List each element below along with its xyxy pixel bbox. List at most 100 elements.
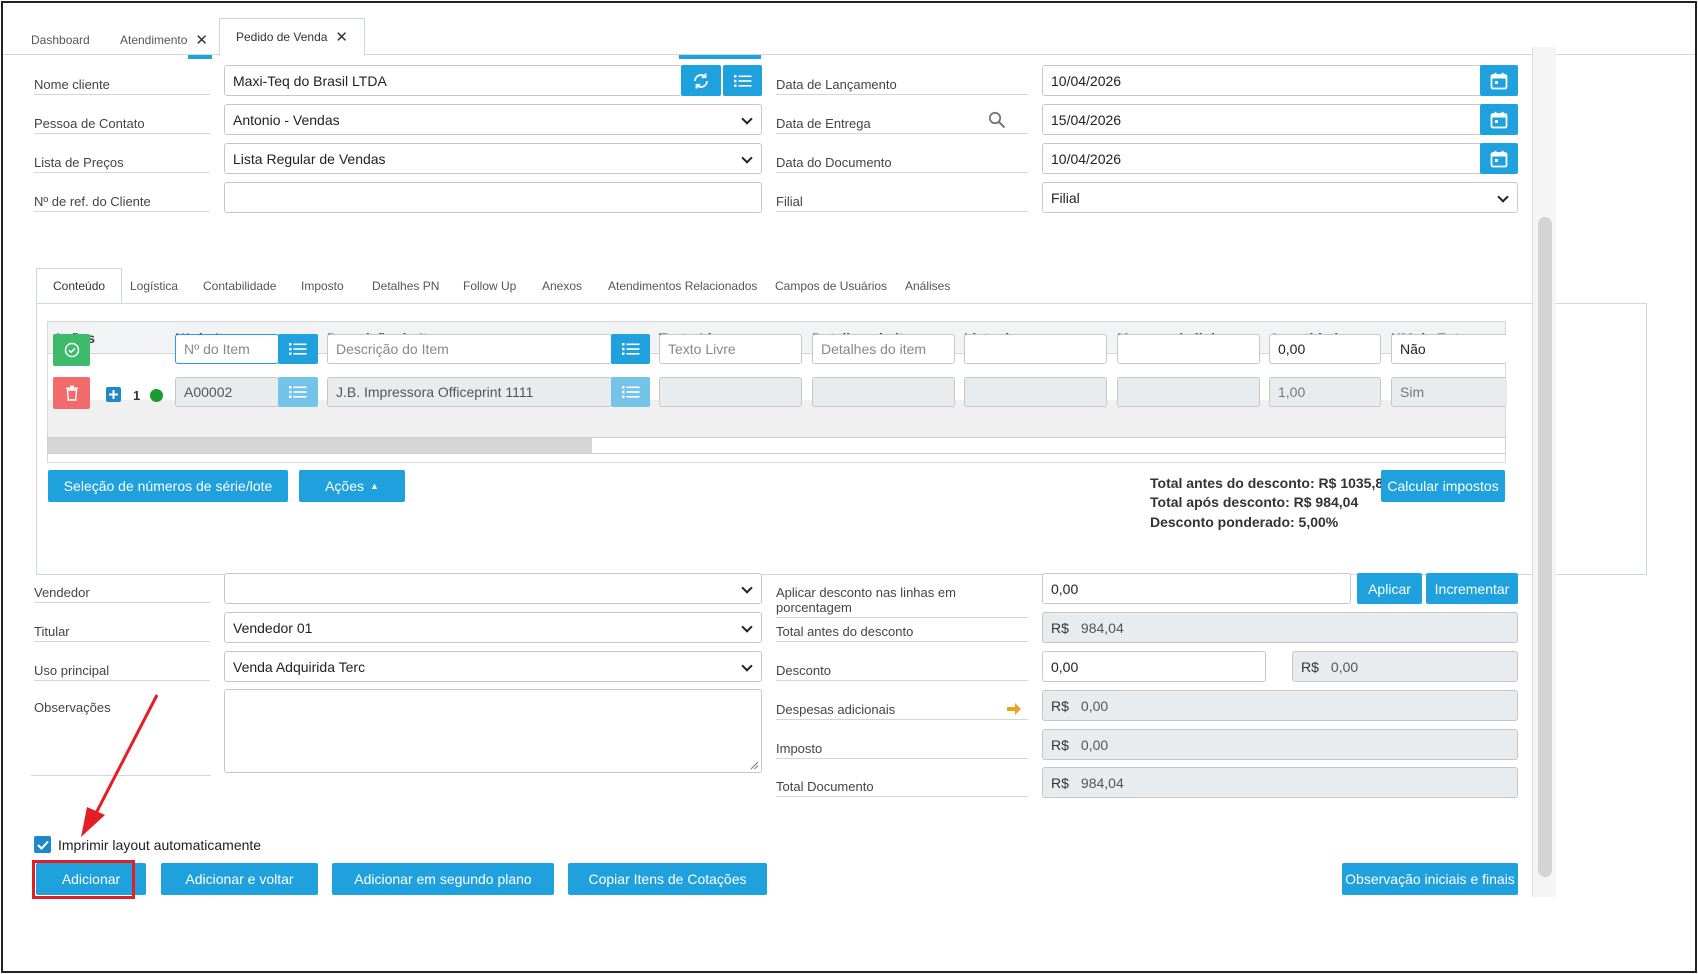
total-antes-label: Total antes do desconto — [776, 624, 1028, 642]
description-input[interactable]: Descrição do Item — [327, 334, 612, 364]
nome-cliente-input[interactable]: Maxi-Teq do Brasil LTDA — [224, 65, 682, 96]
texto-livre-field[interactable] — [659, 377, 802, 407]
observacao-button[interactable]: Observação iniciais e finais — [1342, 863, 1518, 895]
aplicar-button[interactable]: Aplicar — [1357, 573, 1422, 604]
resize-handle-icon[interactable] — [750, 761, 759, 770]
detalhes-input[interactable]: Detalhes do item — [812, 334, 955, 364]
desconto-input[interactable]: 0,00 — [1042, 651, 1266, 682]
calendar-button[interactable] — [1480, 143, 1518, 174]
quantidade-value: 0,00 — [1278, 341, 1306, 357]
expand-icon[interactable] — [106, 387, 121, 402]
trash-icon — [65, 385, 78, 401]
tab-campos-usuarios[interactable]: Campos de Usuários — [775, 268, 887, 304]
tab-label: Logística — [130, 279, 179, 293]
lista-precos-select[interactable]: Lista Regular de Vendas — [224, 143, 762, 174]
adicionar-segundo-plano-button[interactable]: Adicionar em segundo plano — [332, 863, 554, 895]
lista-preco-field[interactable] — [964, 377, 1107, 407]
observacoes-textarea[interactable] — [224, 689, 762, 773]
margem-field[interactable] — [1117, 377, 1260, 407]
button-label: Aplicar — [1368, 580, 1411, 597]
serial-lot-button[interactable]: Seleção de números de série/lote — [48, 470, 288, 502]
tab-logistica[interactable]: Logística — [130, 268, 178, 304]
copiar-itens-button[interactable]: Copiar Itens de Cotações — [568, 863, 767, 895]
titular-select[interactable]: Vendedor 01 — [224, 612, 762, 643]
tab-atendimento[interactable]: Atendimento ✕ — [120, 25, 208, 55]
description-field[interactable]: J.B. Impressora Officeprint 1111 — [327, 377, 612, 407]
tab-label: Pedido de Venda — [236, 30, 328, 44]
tab-atendimentos-relacionados[interactable]: Atendimentos Relacionados — [608, 268, 757, 304]
pessoa-contato-select[interactable]: Antonio - Vendas — [224, 104, 762, 135]
quantidade-field[interactable]: 1,00 — [1269, 377, 1381, 407]
aplicar-desconto-input[interactable]: 0,00 — [1042, 573, 1351, 604]
total-documento-label: Total Documento — [776, 779, 1028, 797]
item-number-field[interactable]: A00002 — [175, 377, 279, 407]
grid-scrollbar[interactable] — [47, 437, 1506, 454]
button-label: Adicionar em segundo plano — [354, 871, 532, 887]
margem-input[interactable] — [1117, 334, 1260, 364]
vertical-scrollbar[interactable] — [1532, 47, 1556, 897]
data-entrega-input[interactable]: 15/04/2026 — [1042, 104, 1482, 135]
uso-principal-label: Uso principal — [34, 663, 210, 681]
confirm-button[interactable] — [53, 334, 90, 366]
tab-anexos[interactable]: Anexos — [542, 268, 582, 304]
delete-button[interactable] — [53, 377, 90, 409]
ref-cliente-input[interactable] — [224, 182, 762, 213]
lista-precos-label: Lista de Preços — [34, 155, 210, 173]
scrollbar-thumb[interactable] — [48, 438, 592, 453]
tab-contabilidade[interactable]: Contabilidade — [203, 268, 276, 304]
tab-imposto[interactable]: Imposto — [301, 268, 344, 304]
close-icon[interactable]: ✕ — [195, 33, 208, 48]
lista-preco-input[interactable] — [964, 334, 1107, 364]
despesas-field: R$ 0,00 — [1042, 690, 1518, 721]
currency-label: R$ — [1301, 658, 1319, 675]
item-list-button[interactable] — [278, 334, 318, 364]
tab-follow-up[interactable]: Follow Up — [463, 268, 516, 304]
close-icon[interactable]: ✕ — [335, 30, 348, 45]
print-layout-checkbox[interactable] — [34, 836, 51, 853]
acoes-dropdown-button[interactable]: Ações ▲ — [299, 470, 405, 502]
item-number-placeholder: Nº do Item — [184, 341, 250, 357]
scrollbar-thumb[interactable] — [1538, 217, 1552, 877]
imposto-label: Imposto — [776, 741, 1028, 759]
list-icon — [289, 343, 307, 355]
total-antes-desconto: Total antes do desconto: R$ 1035,83 — [1150, 475, 1391, 491]
detalhes-placeholder: Detalhes do item — [821, 341, 927, 357]
detalhes-field[interactable] — [812, 377, 955, 407]
tab-dashboard[interactable]: Dashboard — [31, 25, 90, 55]
um-estoque-input[interactable]: Não — [1391, 334, 1507, 364]
tab-detalhes-pn[interactable]: Detalhes PN — [372, 268, 439, 304]
filial-select[interactable]: Filial — [1042, 182, 1518, 213]
total-antes-field: R$ 984,04 — [1042, 612, 1518, 643]
uso-principal-select[interactable]: Venda Adquirida Terc — [224, 651, 762, 682]
um-estoque-field[interactable]: Sim — [1391, 377, 1507, 407]
arrow-right-icon[interactable] — [1006, 702, 1022, 716]
list-button[interactable] — [723, 65, 762, 96]
description-list-button[interactable] — [611, 377, 650, 407]
currency-label: R$ — [1051, 774, 1069, 791]
item-number-input[interactable]: Nº do Item — [175, 334, 279, 364]
total-documento-field: R$ 984,04 — [1042, 767, 1518, 798]
refresh-button[interactable] — [681, 65, 721, 96]
total-apos-desconto: Total após desconto: R$ 984,04 — [1150, 494, 1359, 510]
tab-label: Anexos — [542, 279, 583, 293]
tab-analises[interactable]: Análises — [905, 268, 950, 304]
description-list-button[interactable] — [611, 334, 650, 364]
calcular-impostos-button[interactable]: Calcular impostos — [1381, 470, 1505, 502]
data-lancamento-input[interactable]: 10/04/2026 — [1042, 65, 1482, 96]
item-list-button[interactable] — [278, 377, 318, 407]
tab-pedido-de-venda[interactable]: Pedido de Venda ✕ — [219, 18, 365, 56]
calendar-button[interactable] — [1480, 65, 1518, 96]
adicionar-voltar-button[interactable]: Adicionar e voltar — [161, 863, 318, 895]
search-icon[interactable] — [988, 111, 1006, 129]
desconto-value: 0,00 — [1051, 658, 1079, 675]
incrementar-button[interactable]: Incrementar — [1426, 573, 1518, 604]
total-antes-value: 984,04 — [1080, 619, 1124, 636]
data-lancamento-label: Data de Lançamento — [776, 77, 1028, 95]
vendedor-select[interactable] — [224, 573, 762, 604]
texto-livre-input[interactable]: Texto Livre — [659, 334, 802, 364]
tab-label: Conteúdo — [53, 279, 106, 293]
data-documento-input[interactable]: 10/04/2026 — [1042, 143, 1482, 174]
tab-conteudo[interactable]: Conteúdo — [36, 268, 123, 304]
calendar-button[interactable] — [1480, 104, 1518, 135]
quantidade-input[interactable]: 0,00 — [1269, 334, 1381, 364]
